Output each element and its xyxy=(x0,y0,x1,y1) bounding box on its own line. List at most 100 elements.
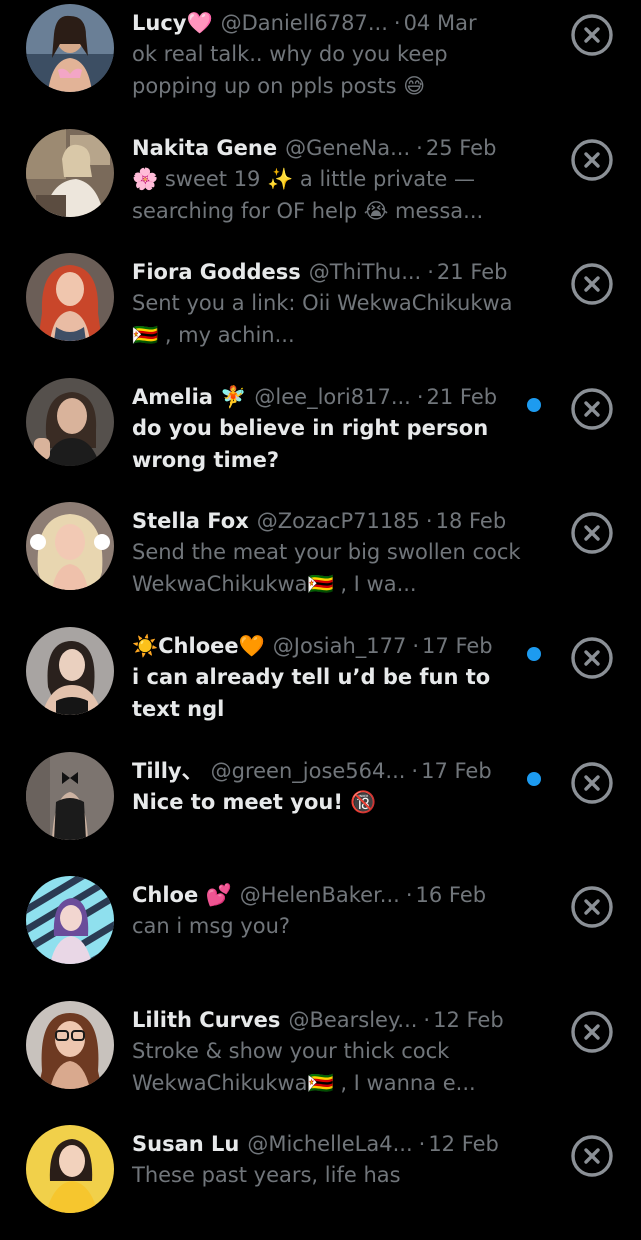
message-preview: can i msg you? xyxy=(132,914,291,939)
conversation-content: Fiora Goddess @ThiThu... · 21 Feb Sent y… xyxy=(132,257,537,351)
sender-handle: @Daniell6787... xyxy=(220,11,388,35)
conversation-header: Tilly、 @green_jose564... · 17 Feb xyxy=(132,756,537,786)
close-icon xyxy=(571,886,613,928)
message-preview: i can already tell u’d be fun to text ng… xyxy=(132,664,491,721)
separator: · xyxy=(427,260,434,285)
avatar-photo-icon xyxy=(26,1000,114,1089)
avatar[interactable] xyxy=(26,253,114,342)
message-date: 17 Feb xyxy=(421,758,492,783)
avatar[interactable] xyxy=(26,1000,114,1089)
conversation-row[interactable]: Lilith Curves @Bearsley... · 12 Feb Stro… xyxy=(0,991,641,1116)
sender-name: Fiora Goddess xyxy=(132,260,301,285)
close-icon xyxy=(571,14,613,56)
conversation-content: Lilith Curves @Bearsley... · 12 Feb Stro… xyxy=(132,1005,537,1099)
avatar-photo-icon xyxy=(26,128,114,217)
message-date: 17 Feb xyxy=(422,633,493,658)
dismiss-button[interactable] xyxy=(570,138,614,182)
avatar-photo-icon xyxy=(26,253,114,342)
dismiss-button[interactable] xyxy=(570,511,614,555)
message-date: 21 Feb xyxy=(426,384,498,409)
conversation-row[interactable]: Stella Fox @ZozacP71185 · 18 Feb Send th… xyxy=(0,492,641,617)
avatar-photo-icon xyxy=(26,751,114,840)
unread-dot xyxy=(527,397,541,412)
dismiss-button[interactable] xyxy=(570,262,614,306)
conversation-row[interactable]: Fiora Goddess @ThiThu... · 21 Feb Sent y… xyxy=(0,243,641,368)
conversation-header: Lucy🩷 @Daniell6787... · 04 Mar xyxy=(132,8,537,38)
avatar-photo-icon xyxy=(26,626,114,715)
sender-name: ☀️Chloee🧡 xyxy=(132,633,265,658)
message-preview: Sent you a link: Oii WekwaChikukwa🇿🇼 , m… xyxy=(132,291,513,348)
dismiss-button[interactable] xyxy=(570,13,614,57)
conversation-row[interactable]: Amelia 🧚 @lee_lori817... · 21 Feb do you… xyxy=(0,368,641,493)
close-icon xyxy=(571,388,613,430)
avatar-photo-icon xyxy=(26,4,114,92)
sender-name: Tilly、 xyxy=(132,758,203,783)
separator: · xyxy=(418,1132,426,1157)
message-preview: 🌸 sweet 19 ✨ a little private — searchin… xyxy=(132,166,484,223)
conversation-row[interactable]: Lucy🩷 @Daniell6787... · 04 Mar ok real t… xyxy=(0,0,641,119)
unread-dot xyxy=(527,771,541,786)
dismiss-button[interactable] xyxy=(570,1134,614,1178)
avatar[interactable] xyxy=(26,751,114,840)
sender-handle: @HelenBaker... xyxy=(239,883,400,908)
conversation-content: Nakita Gene @GeneNa... · 25 Feb 🌸 sweet … xyxy=(132,133,537,227)
message-date: 12 Feb xyxy=(433,1007,504,1032)
avatar-photo-icon xyxy=(26,502,114,591)
sender-handle: @MichelleLa4... xyxy=(247,1132,413,1157)
message-date: 25 Feb xyxy=(425,135,497,160)
close-icon xyxy=(571,263,613,305)
dismiss-button[interactable] xyxy=(570,761,614,805)
message-date: 21 Feb xyxy=(436,260,508,285)
close-icon xyxy=(571,512,613,555)
conversation-header: Lilith Curves @Bearsley... · 12 Feb xyxy=(132,1005,537,1035)
dismiss-button[interactable] xyxy=(570,1010,614,1054)
unread-dot xyxy=(527,646,541,661)
conversation-content: Lucy🩷 @Daniell6787... · 04 Mar ok real t… xyxy=(132,8,537,102)
message-date: 12 Feb xyxy=(428,1132,499,1157)
conversation-content: Stella Fox @ZozacP71185 · 18 Feb Send th… xyxy=(132,506,537,600)
message-preview: Stroke & show your thick cock WekwaChiku… xyxy=(132,1038,476,1095)
conversation-row[interactable]: Susan Lu @MichelleLa4... · 12 Feb These … xyxy=(0,1115,641,1240)
separator: · xyxy=(416,135,423,160)
sender-name: Amelia 🧚 xyxy=(132,384,247,409)
conversation-content: Chloe 💕 @HelenBaker... · 16 Feb can i ms… xyxy=(132,880,537,942)
separator: · xyxy=(393,11,401,35)
dismiss-button[interactable] xyxy=(570,636,614,680)
avatar[interactable] xyxy=(26,626,114,715)
avatar[interactable] xyxy=(26,377,114,466)
avatar[interactable] xyxy=(26,1125,114,1214)
avatar-photo-icon xyxy=(26,377,114,466)
conversation-header: ☀️Chloee🧡 @Josiah_177 · 17 Feb xyxy=(132,631,537,661)
conversation-header: Fiora Goddess @ThiThu... · 21 Feb xyxy=(132,257,537,287)
dismiss-button[interactable] xyxy=(570,885,614,929)
message-preview: Nice to meet you! 🔞 xyxy=(132,789,377,814)
dismiss-button[interactable] xyxy=(570,387,614,431)
sender-handle: @ThiThu... xyxy=(308,260,422,285)
conversation-header: Susan Lu @MichelleLa4... · 12 Feb xyxy=(132,1129,537,1159)
conversation-row[interactable]: Tilly、 @green_jose564... · 17 Feb Nice t… xyxy=(0,742,641,867)
message-date: 16 Feb xyxy=(415,883,487,908)
message-preview: Send the meat your big swollen cock Wekw… xyxy=(132,540,521,597)
avatar-photo-icon xyxy=(26,1125,114,1214)
sender-handle: @Josiah_177 xyxy=(272,633,407,658)
sender-name: Stella Fox xyxy=(132,509,249,534)
message-date: 04 Mar xyxy=(403,11,477,35)
sender-name: Susan Lu xyxy=(132,1132,240,1157)
conversation-row[interactable]: ☀️Chloee🧡 @Josiah_177 · 17 Feb i can alr… xyxy=(0,617,641,742)
sender-handle: @green_jose564... xyxy=(210,758,406,783)
conversation-row[interactable]: Nakita Gene @GeneNa... · 25 Feb 🌸 sweet … xyxy=(0,119,641,244)
avatar[interactable] xyxy=(26,4,114,92)
close-icon xyxy=(571,637,613,679)
conversation-row[interactable]: Chloe 💕 @HelenBaker... · 16 Feb can i ms… xyxy=(0,866,641,991)
sender-name: Nakita Gene xyxy=(132,135,278,160)
conversation-header: Amelia 🧚 @lee_lori817... · 21 Feb xyxy=(132,382,537,412)
sender-handle: @GeneNa... xyxy=(285,135,411,160)
sender-name: Lilith Curves xyxy=(132,1007,281,1032)
conversation-content: Susan Lu @MichelleLa4... · 12 Feb These … xyxy=(132,1129,537,1191)
avatar[interactable] xyxy=(26,876,114,965)
sender-handle: @Bearsley... xyxy=(288,1007,418,1032)
conversation-header: Stella Fox @ZozacP71185 · 18 Feb xyxy=(132,506,537,536)
avatar[interactable] xyxy=(26,128,114,217)
avatar[interactable] xyxy=(26,502,114,591)
sender-name: Lucy🩷 xyxy=(132,11,213,35)
